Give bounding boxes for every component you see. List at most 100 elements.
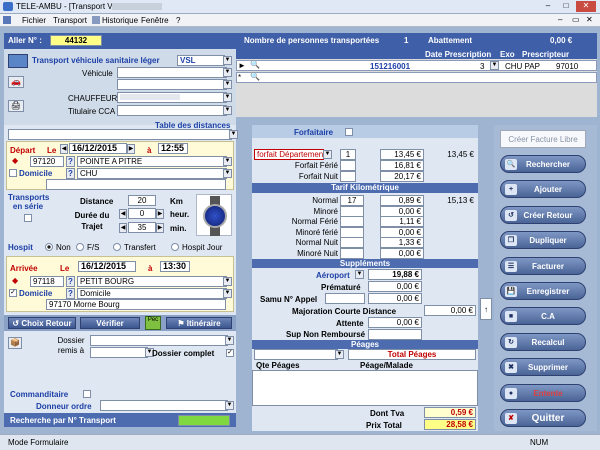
aller-number-field[interactable]: 44132 <box>50 35 102 46</box>
car-icon[interactable]: 🚗 <box>8 76 24 88</box>
serie-checkbox[interactable] <box>24 214 32 222</box>
dossier-complet-checkbox[interactable]: ✓ <box>226 349 234 357</box>
menu-transport[interactable]: Transport <box>53 16 87 25</box>
vehicle-type-dropdown[interactable]: ▼ <box>223 56 232 65</box>
menu-fenetre[interactable]: Fenêtre <box>141 16 169 25</box>
vehicle-type-select[interactable]: VSL <box>177 55 225 66</box>
minutes-down[interactable]: ◀ <box>119 223 127 233</box>
close-button[interactable]: ✕ <box>576 1 596 12</box>
verifier-button[interactable]: Vérifier <box>80 317 140 329</box>
depart-domicile-checkbox[interactable] <box>9 169 17 177</box>
enregistrer-button[interactable]: 💾 Enregistrer <box>500 282 586 300</box>
km-row-qty[interactable] <box>340 226 364 238</box>
depart-establishment-field[interactable]: CHU <box>77 168 227 179</box>
hospit-fs-radio[interactable] <box>76 243 84 251</box>
aeroport-dropdown[interactable]: ▼ <box>355 270 364 279</box>
dossier-remis-dropdown[interactable]: ▼ <box>225 336 234 345</box>
arrivee-time-field[interactable]: 13:30 <box>160 261 190 272</box>
forfait-row-qty[interactable] <box>340 160 356 171</box>
vehicule-field-2[interactable] <box>117 79 227 90</box>
creer-facture-libre-button[interactable]: Créer Facture Libre <box>500 130 586 148</box>
entente-button[interactable]: ● Entente <box>500 383 586 402</box>
arrivee-search-icon[interactable]: ? <box>66 276 75 287</box>
hours-down[interactable]: ◀ <box>119 209 127 219</box>
premature-value[interactable]: 0,00 € <box>368 281 422 292</box>
peages-list[interactable] <box>252 370 478 406</box>
depart-place-dropdown[interactable]: ▼ <box>223 157 232 166</box>
printer-icon[interactable]: 🖨 <box>8 100 24 112</box>
majoration-value[interactable]: 0,00 € <box>424 305 476 316</box>
km-row-price[interactable]: 0,00 € <box>380 205 424 217</box>
forfait-dropdown[interactable]: ▼ <box>323 150 332 159</box>
km-row-qty[interactable] <box>340 205 364 217</box>
new-row-search-icon[interactable]: 🔍 <box>250 72 260 81</box>
samu-appel-field[interactable] <box>325 293 365 304</box>
supprimer-button[interactable]: ✖ Supprimer <box>500 358 586 377</box>
arrivee-address-field[interactable]: 97170 Morne Bourg <box>46 299 226 310</box>
minutes-up[interactable]: ▶ <box>156 223 164 233</box>
dossier-remis-field[interactable] <box>90 335 228 346</box>
samu-value[interactable]: 0,00 € <box>368 293 422 304</box>
arrivee-domicile-checkbox[interactable]: ✓ <box>9 289 17 297</box>
prescription-new-row[interactable] <box>236 72 597 83</box>
arrivee-domicile-field[interactable]: Domicile <box>77 288 227 299</box>
km-row-price[interactable]: 0,89 € <box>380 195 424 206</box>
km-row-price[interactable]: 1,33 € <box>380 237 424 248</box>
depart-search-icon[interactable]: ? <box>66 156 75 167</box>
prescripteur-code[interactable]: 97010 <box>556 62 578 71</box>
arrivee-code-field[interactable]: 97118 <box>30 276 64 287</box>
vehicule-dropdown-2[interactable]: ▼ <box>223 80 232 89</box>
depart-place-field[interactable]: POINTE A PITRE <box>77 156 227 167</box>
hospit-non-radio[interactable] <box>45 243 53 251</box>
prescripteur-name[interactable]: CHU PAP <box>505 62 540 71</box>
depart-date-field[interactable]: 16/12/2015 <box>69 143 127 154</box>
forfait-row-price[interactable]: 16,81 € <box>380 160 424 171</box>
total-peages[interactable]: Total Péages <box>348 349 476 360</box>
sup-non-field[interactable] <box>368 329 422 340</box>
minimize-button[interactable]: – <box>540 1 556 12</box>
depart-time-field[interactable]: 12:55 <box>158 143 188 154</box>
titulaire-dropdown[interactable]: ▼ <box>223 106 232 115</box>
menu-historique[interactable]: Historique <box>102 16 138 25</box>
forfait-row-qty[interactable]: 1 <box>340 149 356 160</box>
minutes-field[interactable]: 35 <box>128 222 156 233</box>
arrivee-domicile-dropdown[interactable]: ▼ <box>223 289 232 298</box>
exo-dropdown[interactable]: ▼ <box>490 61 499 70</box>
hospit-jour-radio[interactable] <box>171 243 179 251</box>
depart-establishment-dropdown[interactable]: ▼ <box>223 169 232 178</box>
depart-address-field[interactable] <box>46 179 226 190</box>
dossier-icon[interactable]: 📦 <box>8 337 22 349</box>
scroll-up-button[interactable]: ↑ <box>480 298 492 320</box>
depart-etab-search-icon[interactable]: ? <box>66 168 75 179</box>
donneur-dropdown[interactable]: ▼ <box>225 401 234 410</box>
forfait-row-price[interactable]: 20,17 € <box>380 171 424 182</box>
depart-date-next[interactable]: ▶ <box>127 144 135 154</box>
ajouter-button[interactable]: + Ajouter <box>500 180 586 199</box>
km-row-price[interactable]: 1,11 € <box>380 216 424 227</box>
recherche-field[interactable] <box>178 415 230 426</box>
km-row-qty[interactable] <box>340 216 364 227</box>
hospit-transfert-radio[interactable] <box>113 243 121 251</box>
hours-up[interactable]: ▶ <box>156 209 164 219</box>
peages-select[interactable] <box>254 349 338 360</box>
km-row-qty[interactable] <box>340 247 364 259</box>
prescription-row[interactable] <box>236 60 597 71</box>
maximize-button[interactable]: □ <box>558 1 574 12</box>
vehicule-dropdown[interactable]: ▼ <box>223 68 232 77</box>
forfait-select[interactable]: forfait Département <box>254 149 324 160</box>
arrivee-place-dropdown[interactable]: ▼ <box>223 277 232 286</box>
hours-field[interactable]: 0 <box>128 208 156 219</box>
forfaitaire-checkbox[interactable] <box>345 128 353 136</box>
aeroport-value[interactable]: 19,88 € <box>368 269 422 280</box>
prescription-number[interactable]: 151216001 <box>370 62 410 71</box>
creer-retour-button[interactable]: ↺ Créer Retour <box>500 205 586 224</box>
arrivee-etab-search-icon[interactable]: ? <box>66 288 75 299</box>
km-row-qty[interactable] <box>340 237 364 248</box>
peages-dropdown[interactable]: ▼ <box>335 350 344 359</box>
dossier-remis-field-2[interactable] <box>90 347 148 358</box>
km-row-price[interactable]: 0,00 € <box>380 247 424 259</box>
attente-value[interactable]: 0,00 € <box>368 317 422 328</box>
pec-button[interactable]: Pec <box>145 316 161 330</box>
distances-select[interactable] <box>8 129 232 140</box>
depart-code-field[interactable]: 97120 <box>30 156 64 167</box>
